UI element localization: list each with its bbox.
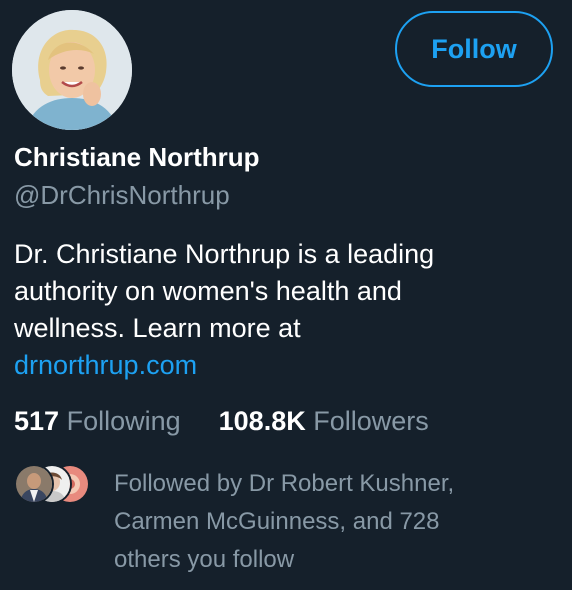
bio-website-link[interactable]: drnorthrup.com [14, 350, 197, 380]
follow-button[interactable]: Follow [395, 11, 553, 87]
profile-bio: Dr. Christiane Northrup is a leading aut… [14, 236, 554, 384]
bio-line: wellness. Learn more at [14, 313, 301, 343]
profile-photo-icon [12, 10, 132, 130]
followers-label: Followers [313, 406, 429, 436]
profile-handle[interactable]: @DrChrisNorthrup [14, 180, 230, 211]
followers-count: 108.8K [218, 406, 306, 436]
followers-stat[interactable]: 108.8K Followers [219, 406, 429, 437]
following-count: 517 [14, 406, 60, 436]
profile-name[interactable]: Christiane Northrup [14, 142, 260, 173]
profile-avatar[interactable] [12, 10, 132, 130]
followed-by-avatars[interactable] [14, 464, 94, 504]
profile-hover-card: Follow Christiane Northrup @DrChrisNorth… [0, 0, 572, 590]
followed-by-text[interactable]: Followed by Dr Robert Kushner, Carmen Mc… [114, 465, 554, 579]
follower-avatar-icon [14, 464, 54, 504]
profile-stats: 517 Following 108.8K Followers [14, 406, 429, 437]
following-label: Following [66, 406, 181, 436]
following-stat[interactable]: 517 Following [14, 406, 181, 437]
bio-line: Dr. Christiane Northrup is a leading [14, 239, 435, 269]
bio-line: authority on women's health and [14, 276, 402, 306]
followed-by-line: Carmen McGuinness, and 728 [114, 508, 440, 535]
followed-by-line: others you follow [114, 546, 295, 573]
followed-by-line: Followed by Dr Robert Kushner, [114, 470, 455, 497]
